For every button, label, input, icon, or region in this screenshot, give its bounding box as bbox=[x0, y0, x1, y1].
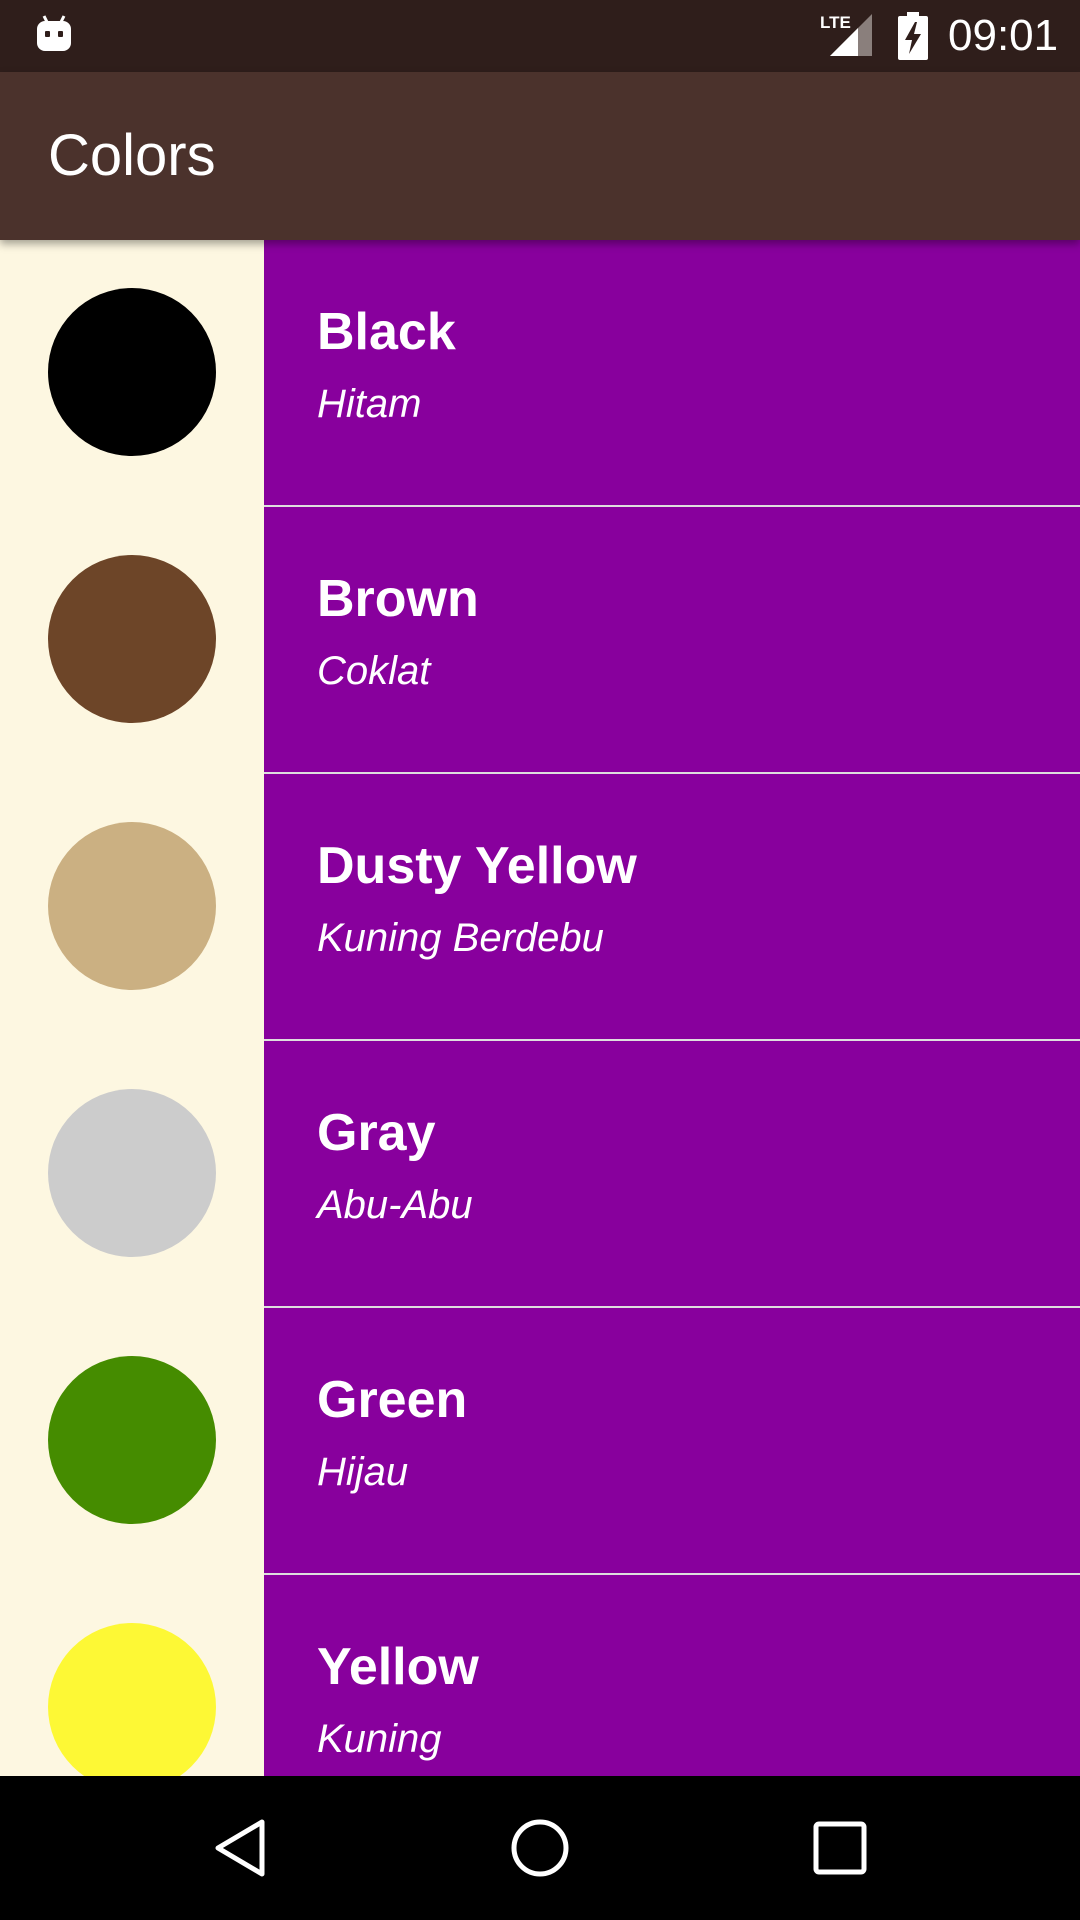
home-icon[interactable] bbox=[504, 1812, 576, 1884]
english-word: Green bbox=[317, 1371, 468, 1429]
list-item-color[interactable]: Dusty Yellow Kuning Berdebu bbox=[0, 774, 1080, 1041]
color-swatch bbox=[48, 288, 216, 456]
swatch-cell bbox=[0, 1575, 264, 1776]
navigation-bar bbox=[0, 1776, 1080, 1920]
list-item-color[interactable]: Brown Coklat bbox=[0, 507, 1080, 774]
english-word: Yellow bbox=[317, 1638, 479, 1696]
swatch-cell bbox=[0, 507, 264, 774]
network-label: LTE bbox=[820, 13, 851, 32]
back-icon[interactable] bbox=[204, 1812, 276, 1884]
color-swatch bbox=[48, 555, 216, 723]
list-item-color[interactable]: Yellow Kuning bbox=[0, 1575, 1080, 1776]
swatch-cell bbox=[0, 240, 264, 507]
lte-signal-icon: LTE bbox=[820, 13, 872, 56]
color-swatch bbox=[48, 1089, 216, 1257]
status-bar: LTE 09:01 bbox=[0, 0, 1080, 72]
clock: 09:01 bbox=[948, 11, 1059, 60]
color-swatch bbox=[48, 1356, 216, 1524]
translation-word: Abu-Abu bbox=[317, 1183, 473, 1227]
english-word: Gray bbox=[317, 1104, 436, 1162]
english-word: Brown bbox=[317, 570, 479, 628]
translation-word: Kuning bbox=[317, 1717, 442, 1761]
translation-word: Kuning Berdebu bbox=[317, 916, 604, 960]
text-cell: Brown Coklat bbox=[264, 507, 1080, 772]
swatch-cell bbox=[0, 1308, 264, 1575]
english-word: Dusty Yellow bbox=[317, 837, 637, 895]
list-item-color[interactable]: Black Hitam bbox=[0, 240, 1080, 507]
text-cell: Gray Abu-Abu bbox=[264, 1041, 1080, 1306]
swatch-cell bbox=[0, 1041, 264, 1308]
translation-word: Coklat bbox=[317, 649, 431, 693]
app-bar: Colors bbox=[0, 72, 1080, 240]
text-cell: Yellow Kuning bbox=[264, 1575, 1080, 1776]
battery-charging-icon bbox=[898, 12, 928, 60]
list-item-color[interactable]: Green Hijau bbox=[0, 1308, 1080, 1575]
color-list[interactable]: Black Hitam Brown Coklat Dusty Yellow Ku… bbox=[0, 240, 1080, 1776]
swatch-cell bbox=[0, 774, 264, 1041]
page-title: Colors bbox=[48, 123, 216, 188]
english-word: Black bbox=[317, 303, 456, 361]
translation-word: Hitam bbox=[317, 382, 422, 426]
text-cell: Green Hijau bbox=[264, 1308, 1080, 1573]
color-swatch bbox=[48, 822, 216, 990]
text-cell: Black Hitam bbox=[264, 240, 1080, 505]
list-item-color[interactable]: Gray Abu-Abu bbox=[0, 1041, 1080, 1308]
text-cell: Dusty Yellow Kuning Berdebu bbox=[264, 774, 1080, 1039]
translation-word: Hijau bbox=[317, 1450, 409, 1494]
recents-icon[interactable] bbox=[804, 1812, 876, 1884]
android-notification-icon bbox=[37, 15, 71, 51]
color-swatch bbox=[48, 1623, 216, 1776]
